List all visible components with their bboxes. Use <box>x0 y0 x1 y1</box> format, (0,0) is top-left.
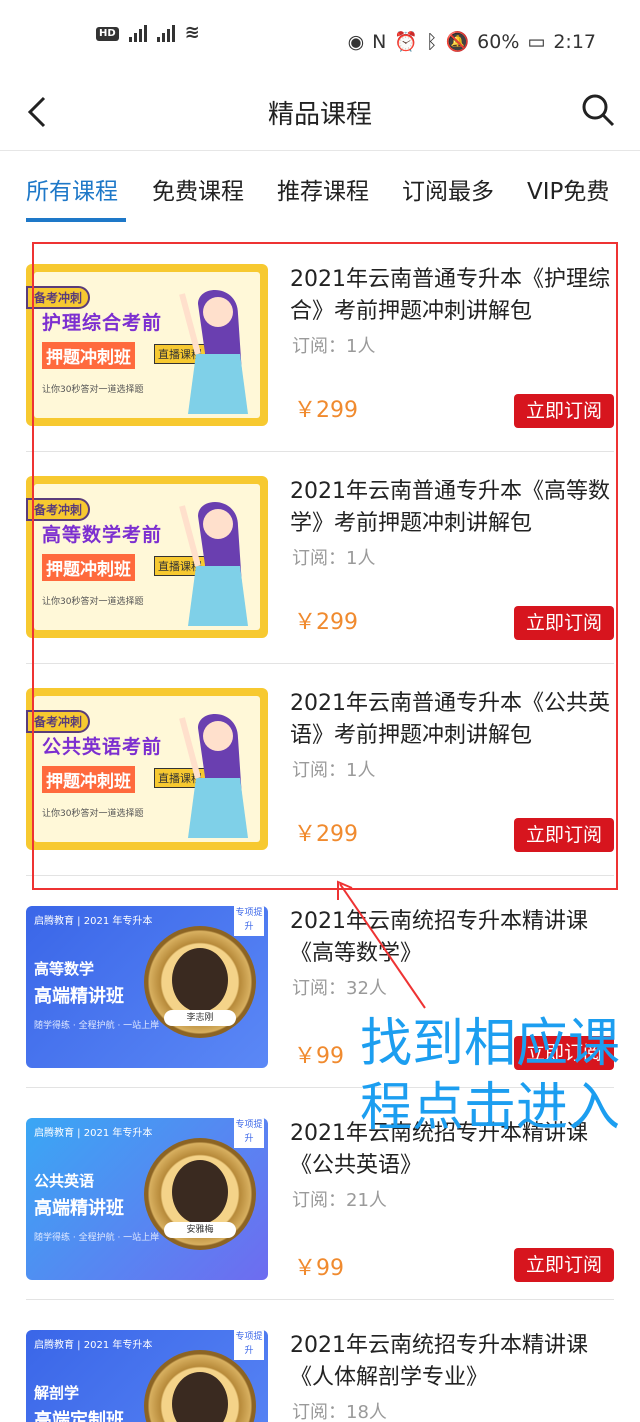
category-tabs: 所有课程 免费课程 推荐课程 订阅最多 VIP免费 <box>0 152 640 222</box>
teacher-photo <box>172 948 228 1012</box>
teacher-name: 李志刚 <box>164 1010 236 1026</box>
wifi-icon: ≋ <box>184 22 200 43</box>
teacher-name: 安雅梅 <box>164 1222 236 1238</box>
nfc-icon: N <box>372 30 387 53</box>
eye-icon: ◉ <box>347 30 365 53</box>
thumb-class: 高端精讲班 <box>34 1198 124 1219</box>
thumb-brand: 启腾教育 | 2021 年专升本 <box>34 1340 153 1351</box>
highlight-box <box>32 242 618 890</box>
battery-icon: ▭ <box>527 30 546 53</box>
medal-icon: 李志刚 <box>144 926 256 1038</box>
thumb-corner: 专项提升 <box>234 1118 264 1148</box>
course-title[interactable]: 2021年云南统招专升本精讲课《人体解剖学专业》 <box>290 1330 620 1394</box>
thumb-brand: 启腾教育 | 2021 年专升本 <box>34 1128 153 1139</box>
thumb-corner: 专项提升 <box>234 1330 264 1360</box>
thumb-subject: 解剖学 <box>34 1384 80 1402</box>
status-bar: HD ≋ ◉ N ⏰ ᛒ 🔕 60% ▭ 2:17 <box>0 0 640 80</box>
medal-icon: 安雅梅 <box>144 1138 256 1250</box>
course-thumbnail[interactable]: 启腾教育 | 2021 年专升本 专项提升 高等数学 高端精讲班 随学得练 · … <box>26 906 268 1068</box>
thumb-slogan: 随学得练 · 全程护航 · 一站上岸 <box>34 1021 160 1031</box>
battery-percent: 60% <box>477 30 520 53</box>
course-thumbnail[interactable]: 启腾教育 | 2021 年专升本 专项提升 公共英语 高端精讲班 随学得练 · … <box>26 1118 268 1280</box>
teacher-photo <box>172 1160 228 1224</box>
subscribe-button[interactable]: 立即订阅 <box>514 1248 614 1282</box>
active-tab-indicator <box>26 218 126 222</box>
signal-icon-2 <box>156 24 175 42</box>
tab-all-courses[interactable]: 所有课程 <box>26 172 118 206</box>
subscriber-count: 订阅：21人 <box>292 1190 387 1211</box>
tab-most-subscribed[interactable]: 订阅最多 <box>402 172 494 206</box>
hd-icon: HD <box>96 25 119 41</box>
page-title: 精品课程 <box>267 100 372 130</box>
status-right: ◉ N ⏰ ᛒ 🔕 60% ▭ 2:17 <box>347 30 596 54</box>
clock: 2:17 <box>553 30 596 53</box>
course-price: ￥99 <box>294 1044 344 1069</box>
tab-recommended[interactable]: 推荐课程 <box>277 172 369 206</box>
thumb-class: 高端精讲班 <box>34 986 124 1007</box>
alarm-icon: ⏰ <box>394 31 419 53</box>
subscriber-count: 订阅：18人 <box>292 1402 387 1422</box>
annotation-text: 找到相应课程点击进入 <box>360 1014 621 1138</box>
course-thumbnail[interactable]: 启腾教育 | 2021 年专升本 专项提升 解剖学 高端定制班 <box>26 1330 268 1422</box>
signal-icon <box>128 24 147 42</box>
tab-vip-free[interactable]: VIP免费 <box>527 172 609 206</box>
medal-icon <box>144 1350 256 1422</box>
thumb-corner: 专项提升 <box>234 906 264 936</box>
course-item[interactable]: 启腾教育 | 2021 年专升本 专项提升 解剖学 高端定制班 2021年云南统… <box>0 1300 640 1422</box>
teacher-photo <box>172 1372 228 1422</box>
tab-free-courses[interactable]: 免费课程 <box>152 172 244 206</box>
thumb-slogan: 随学得练 · 全程护航 · 一站上岸 <box>34 1233 160 1243</box>
mute-icon: 🔕 <box>445 31 470 53</box>
course-price: ￥99 <box>294 1256 344 1281</box>
search-icon[interactable] <box>580 92 616 128</box>
subscriber-count: 订阅：32人 <box>292 978 387 999</box>
thumb-subject: 高等数学 <box>34 960 95 978</box>
thumb-subject: 公共英语 <box>34 1172 95 1190</box>
course-title[interactable]: 2021年云南统招专升本精讲课《高等数学》 <box>290 906 620 970</box>
nav-bar: 精品课程 <box>0 80 640 151</box>
bluetooth-icon: ᛒ <box>426 30 438 53</box>
thumb-brand: 启腾教育 | 2021 年专升本 <box>34 916 153 927</box>
thumb-class: 高端定制班 <box>34 1410 124 1422</box>
status-left: HD ≋ <box>96 22 200 43</box>
